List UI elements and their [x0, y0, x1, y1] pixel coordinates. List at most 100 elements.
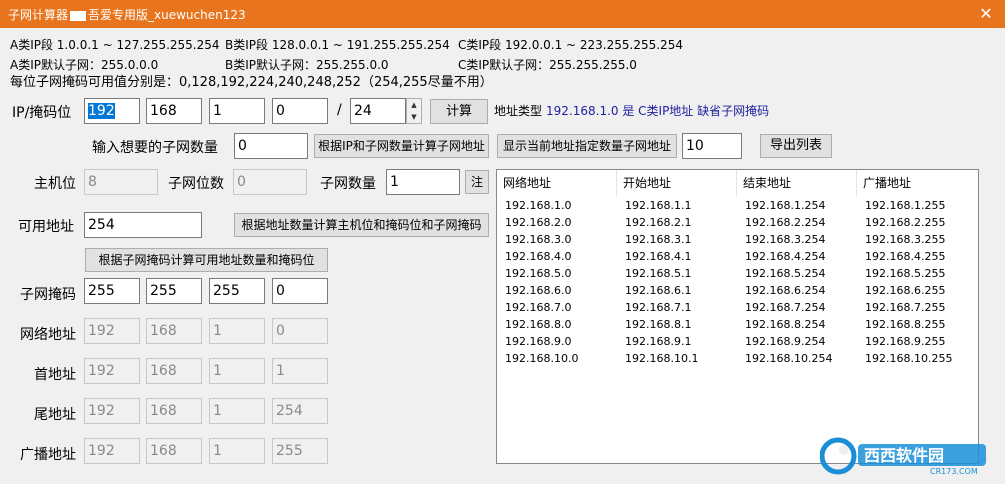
broadcast-octet-2: 168 [146, 438, 202, 464]
first-address-label: 首地址 [34, 367, 76, 383]
ip-mask-label: IP/掩码位 [12, 105, 72, 121]
spin-down-icon[interactable]: ▼ [407, 111, 421, 123]
cell-broadcast: 192.168.1.255 [865, 199, 946, 212]
cell-network: 192.168.8.0 [505, 318, 572, 331]
first-octet-3: 1 [209, 358, 265, 384]
broadcast-octet-1: 192 [84, 438, 140, 464]
table-row[interactable]: 192.168.7.0 192.168.7.1 192.168.7.254 192.1… [497, 299, 978, 316]
cell-end: 192.168.1.254 [745, 199, 826, 212]
host-bits-field: 8 [84, 169, 158, 195]
ip-octet-2[interactable]: 168 [146, 98, 202, 124]
cell-start: 192.168.8.1 [625, 318, 692, 331]
network-octet-3: 1 [209, 318, 265, 344]
subnet-count-input[interactable]: 0 [234, 133, 308, 159]
last-octet-3: 1 [209, 398, 265, 424]
cell-end: 192.168.9.254 [745, 335, 826, 348]
address-type-label: 地址类型 [494, 104, 543, 118]
network-address-label: 网络地址 [20, 327, 76, 343]
cell-broadcast: 192.168.8.255 [865, 318, 946, 331]
table-row[interactable]: 192.168.9.0 192.168.9.1 192.168.9.254 192.1… [497, 333, 978, 350]
subnet-list[interactable]: 网络地址 开始地址 结束地址 广播地址 192.168.1.0 192.168.1… [496, 169, 979, 464]
last-octet-2: 168 [146, 398, 202, 424]
mask-octet-3[interactable]: 255 [209, 278, 265, 304]
cell-broadcast: 192.168.6.255 [865, 284, 946, 297]
subnet-number-field[interactable]: 1 [386, 169, 460, 195]
cell-network: 192.168.2.0 [505, 216, 572, 229]
watermark-logo: 西西软件园 CR173.COM [819, 436, 990, 476]
subnet-list-header: 网络地址 开始地址 结束地址 广播地址 [497, 170, 978, 196]
column-broadcast-address[interactable]: 广播地址 [857, 170, 978, 196]
export-list-button[interactable]: 导出列表 [760, 134, 832, 158]
table-row[interactable]: 192.168.8.0 192.168.8.1 192.168.8.254 192.1… [497, 316, 978, 333]
cell-network: 192.168.5.0 [505, 267, 572, 280]
mask-octet-2[interactable]: 255 [146, 278, 202, 304]
cell-end: 192.168.3.254 [745, 233, 826, 246]
table-row[interactable]: 192.168.5.0 192.168.5.1 192.168.5.254 192.1… [497, 265, 978, 282]
cell-start: 192.168.7.1 [625, 301, 692, 314]
cell-network: 192.168.3.0 [505, 233, 572, 246]
subnet-bits-label: 子网位数 [168, 176, 224, 192]
broadcast-address-label: 广播地址 [20, 447, 76, 463]
cell-end: 192.168.10.254 [745, 352, 833, 365]
column-end-address[interactable]: 结束地址 [737, 170, 857, 196]
table-row[interactable]: 192.168.1.0 192.168.1.1 192.168.1.254 192.1… [497, 197, 978, 214]
usable-address-label: 可用地址 [18, 219, 74, 235]
usable-address-input[interactable]: 254 [84, 212, 202, 238]
mask-values-note: 每位子网掩码可用值分别是：0,128,192,224,240,248,252（2… [10, 75, 493, 90]
prefix-input[interactable]: 24 [350, 98, 406, 124]
watermark-graphic: 西西软件园 CR173.COM [819, 437, 986, 476]
table-row[interactable]: 192.168.4.0 192.168.4.1 192.168.4.254 192.1… [497, 248, 978, 265]
cell-end: 192.168.5.254 [745, 267, 826, 280]
close-icon: ✕ [979, 4, 993, 23]
mask-octet-4[interactable]: 0 [272, 278, 328, 304]
cell-end: 192.168.6.254 [745, 284, 826, 297]
first-octet-2: 168 [146, 358, 202, 384]
network-octet-4: 0 [272, 318, 328, 344]
column-start-address[interactable]: 开始地址 [617, 170, 737, 196]
broadcast-octet-4: 255 [272, 438, 328, 464]
prefix-spinner[interactable]: ▲ ▼ [406, 98, 422, 124]
cell-end: 192.168.2.254 [745, 216, 826, 229]
ip-octet-1[interactable]: 192 [84, 98, 140, 124]
cell-broadcast: 192.168.7.255 [865, 301, 946, 314]
subnet-number-label: 子网数量 [320, 176, 376, 192]
class-c-range: C类IP段 192.0.0.1 ~ 223.255.255.254 [458, 38, 683, 52]
close-button[interactable]: ✕ [968, 1, 1004, 27]
table-row[interactable]: 192.168.6.0 192.168.6.1 192.168.6.254 192.1… [497, 282, 978, 299]
class-a-range: A类IP段 1.0.0.1 ~ 127.255.255.254 [10, 38, 220, 52]
cell-broadcast: 192.168.2.255 [865, 216, 946, 229]
mask-octet-1[interactable]: 255 [84, 278, 140, 304]
cell-broadcast: 192.168.9.255 [865, 335, 946, 348]
cell-network: 192.168.1.0 [505, 199, 572, 212]
cell-broadcast: 192.168.3.255 [865, 233, 946, 246]
show-count-input[interactable]: 10 [682, 133, 742, 159]
cell-network: 192.168.4.0 [505, 250, 572, 263]
show-subnets-button[interactable]: 显示当前地址指定数量子网地址 [497, 134, 677, 158]
cell-start: 192.168.1.1 [625, 199, 692, 212]
note-button[interactable]: 注 [465, 170, 489, 194]
title-redaction [70, 10, 87, 21]
table-row[interactable]: 192.168.2.0 192.168.2.1 192.168.2.254 192.1… [497, 214, 978, 231]
cell-network: 192.168.10.0 [505, 352, 579, 365]
spin-up-icon[interactable]: ▲ [407, 99, 421, 111]
ip-octet-3[interactable]: 1 [209, 98, 265, 124]
cell-broadcast: 192.168.4.255 [865, 250, 946, 263]
ip-octet-4[interactable]: 0 [272, 98, 328, 124]
cell-start: 192.168.2.1 [625, 216, 692, 229]
calc-by-ip-button[interactable]: 根据IP和子网数量计算子网地址 [314, 134, 489, 158]
table-row[interactable]: 192.168.3.0 192.168.3.1 192.168.3.254 192.1… [497, 231, 978, 248]
cell-network: 192.168.7.0 [505, 301, 572, 314]
cell-end: 192.168.8.254 [745, 318, 826, 331]
calc-by-mask-button[interactable]: 根据子网掩码计算可用地址数量和掩码位 [85, 248, 328, 272]
last-address-label: 尾地址 [34, 407, 76, 423]
last-octet-4: 254 [272, 398, 328, 424]
calc-button[interactable]: 计算 [430, 99, 488, 124]
network-octet-2: 168 [146, 318, 202, 344]
broadcast-octet-3: 1 [209, 438, 265, 464]
column-network-address[interactable]: 网络地址 [497, 170, 617, 196]
host-bits-label: 主机位 [34, 176, 76, 192]
calc-host-bits-button[interactable]: 根据地址数量计算主机位和掩码位和子网掩码 [234, 213, 489, 237]
table-row[interactable]: 192.168.10.0 192.168.10.1 192.168.10.254 19… [497, 350, 978, 367]
cell-start: 192.168.5.1 [625, 267, 692, 280]
cell-network: 192.168.6.0 [505, 284, 572, 297]
